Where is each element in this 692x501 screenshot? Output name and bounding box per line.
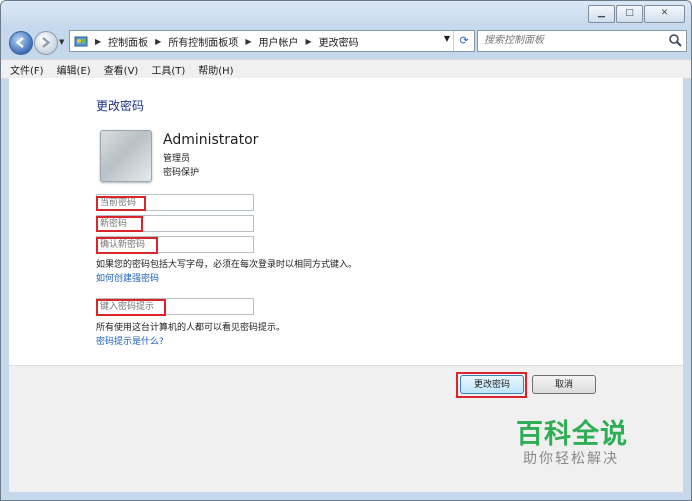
- close-button[interactable]: ✕: [644, 5, 685, 23]
- new-password-field[interactable]: [96, 215, 254, 232]
- address-bar[interactable]: ▶ 控制面板 ▶ 所有控制面板项 ▶ 用户帐户 ▶ 更改密码 ▼ ⟳: [69, 30, 475, 52]
- password-hint-input[interactable]: [97, 299, 253, 314]
- breadcrumb-change-password[interactable]: 更改密码: [319, 34, 359, 49]
- search-input[interactable]: [478, 31, 660, 49]
- search-icon[interactable]: [668, 33, 682, 47]
- avatar: [100, 130, 152, 182]
- menu-view[interactable]: 查看(V): [104, 62, 139, 77]
- cancel-button[interactable]: 取消: [532, 375, 596, 394]
- arrow-left-icon: [15, 37, 24, 48]
- chevron-right-icon: ▶: [245, 36, 252, 46]
- watermark-subtitle: 助你轻松解决: [523, 451, 619, 467]
- back-button[interactable]: [9, 31, 33, 55]
- user-role: 管理员: [163, 154, 191, 164]
- user-protection: 密码保护: [163, 168, 200, 178]
- arrow-right-icon: [42, 37, 51, 48]
- change-password-button[interactable]: 更改密码: [460, 375, 524, 394]
- menu-help[interactable]: 帮助(H): [198, 62, 233, 77]
- caps-note: 如果您的密码包括大写字母，必须在每次登录时以相同方式键入。: [96, 260, 358, 270]
- current-password-field[interactable]: [96, 194, 254, 211]
- hint-note: 所有使用这台计算机的人都可以看见密码提示。: [96, 323, 286, 333]
- confirm-password-field[interactable]: [96, 236, 254, 253]
- search-box[interactable]: [477, 30, 687, 52]
- user-name: Administrator: [163, 132, 259, 148]
- refresh-icon[interactable]: ⟳: [453, 31, 474, 51]
- menu-file[interactable]: 文件(F): [10, 62, 44, 77]
- current-password-input[interactable]: [97, 195, 253, 210]
- menu-edit[interactable]: 编辑(E): [57, 62, 91, 77]
- forward-button[interactable]: [34, 31, 58, 55]
- page-title: 更改密码: [96, 99, 145, 113]
- control-panel-icon: [74, 36, 88, 47]
- breadcrumb-all-items[interactable]: 所有控制面板项: [168, 34, 238, 49]
- breadcrumb-control-panel[interactable]: 控制面板: [108, 34, 148, 49]
- window-controls: ▁ □ ✕: [587, 5, 685, 23]
- address-dropdown-icon[interactable]: ▼: [444, 34, 450, 43]
- recent-pages-dropdown[interactable]: ▼: [59, 38, 64, 46]
- breadcrumb: ▶ 控制面板 ▶ 所有控制面板项 ▶ 用户帐户 ▶ 更改密码: [88, 34, 359, 49]
- maximize-button[interactable]: □: [616, 5, 643, 23]
- menu-tools[interactable]: 工具(T): [151, 62, 185, 77]
- chevron-right-icon: ▶: [305, 36, 312, 46]
- navigation-bar: ▼ ▶ 控制面板 ▶ 所有控制面板项 ▶ 用户帐户 ▶ 更改密码 ▼ ⟳: [1, 25, 691, 59]
- password-hint-field[interactable]: [96, 298, 254, 315]
- menu-bar: 文件(F) 编辑(E) 查看(V) 工具(T) 帮助(H): [1, 59, 691, 79]
- hint-help-link[interactable]: 密码提示是什么?: [96, 334, 164, 347]
- chevron-right-icon: ▶: [95, 36, 102, 46]
- new-password-input[interactable]: [97, 216, 253, 231]
- breadcrumb-user-accounts[interactable]: 用户帐户: [258, 34, 298, 49]
- minimize-button[interactable]: ▁: [588, 5, 615, 23]
- confirm-password-input[interactable]: [97, 237, 253, 252]
- watermark-title: 百科全说: [516, 419, 628, 450]
- strong-password-link[interactable]: 如何创建强密码: [96, 271, 159, 284]
- window-bottom-frame: [1, 492, 691, 500]
- chevron-right-icon: ▶: [155, 36, 162, 46]
